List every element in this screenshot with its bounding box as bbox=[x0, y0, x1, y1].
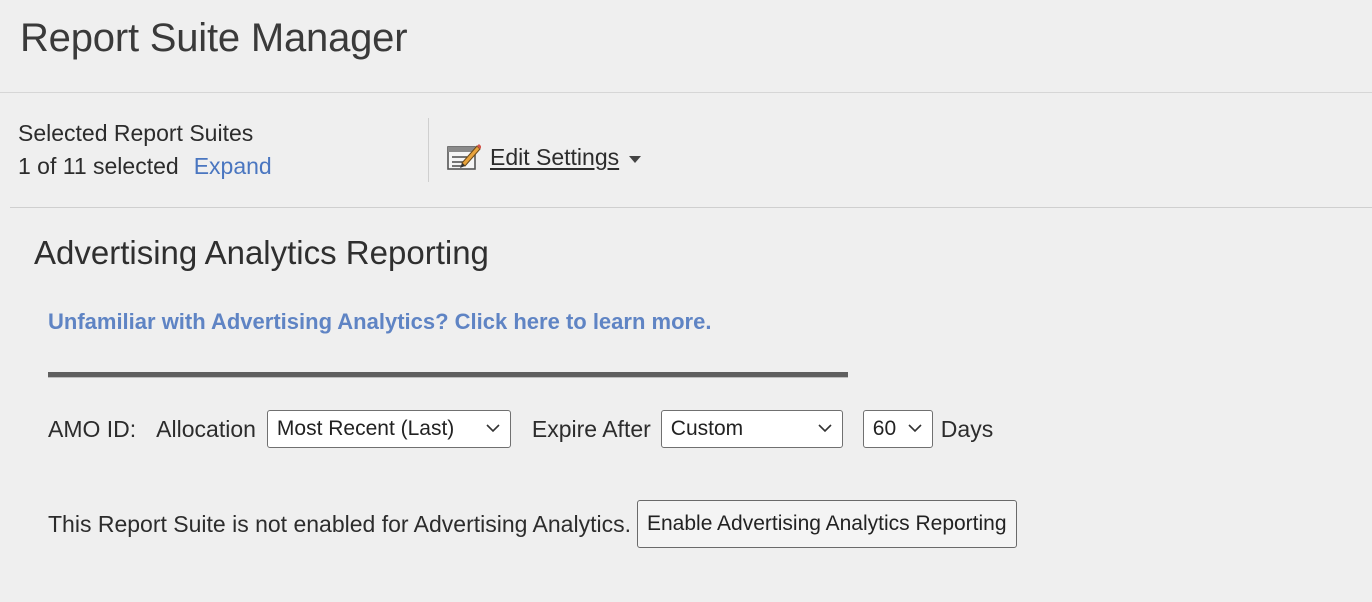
section-rule bbox=[48, 372, 848, 378]
expire-after-select[interactable]: Custom bbox=[660, 410, 843, 448]
expire-after-label: Expire After bbox=[531, 415, 651, 442]
chevron-down-icon bbox=[629, 155, 642, 163]
toolbar-divider bbox=[428, 118, 429, 182]
selected-report-suites-panel: Selected Report Suites 1 of 11 selected E… bbox=[18, 120, 272, 180]
report-suite-manager-page: Report Suite Manager Selected Report Sui… bbox=[0, 0, 1372, 602]
section-heading: Advertising Analytics Reporting bbox=[34, 234, 489, 271]
expire-days-select-value: 60 bbox=[872, 417, 897, 440]
enable-advertising-analytics-button[interactable]: Enable Advertising Analytics Reporting bbox=[636, 500, 1017, 548]
chevron-down-icon bbox=[486, 424, 500, 433]
attribution-settings-row: AMO ID: Allocation Most Recent (Last) Ex… bbox=[48, 410, 993, 448]
edit-settings-icon bbox=[447, 144, 481, 170]
days-label: Days bbox=[940, 415, 994, 442]
learn-more-link[interactable]: Unfamiliar with Advertising Analytics? C… bbox=[48, 309, 711, 335]
edit-settings-label: Edit Settings bbox=[490, 143, 620, 170]
expire-days-select[interactable]: 60 bbox=[862, 410, 933, 448]
amo-id-label: AMO ID: bbox=[48, 415, 137, 442]
page-title: Report Suite Manager bbox=[20, 16, 408, 60]
selected-report-suites-title: Selected Report Suites bbox=[18, 120, 254, 146]
edit-settings-menu-button[interactable]: Edit Settings bbox=[447, 142, 642, 172]
toolbar-bottom-divider bbox=[10, 207, 1372, 208]
allocation-label: Allocation bbox=[156, 415, 256, 442]
selected-count: 1 of 11 selected bbox=[18, 153, 179, 179]
selection-summary: 1 of 11 selected Expand bbox=[18, 153, 272, 180]
chevron-down-icon bbox=[818, 424, 832, 433]
expand-link[interactable]: Expand bbox=[194, 153, 272, 179]
header-divider bbox=[0, 92, 1372, 93]
allocation-select[interactable]: Most Recent (Last) bbox=[266, 410, 511, 448]
not-enabled-message: This Report Suite is not enabled for Adv… bbox=[48, 510, 631, 537]
expire-after-select-value: Custom bbox=[670, 417, 744, 440]
chevron-down-icon bbox=[908, 424, 922, 433]
status-row: This Report Suite is not enabled for Adv… bbox=[48, 500, 1017, 548]
allocation-select-value: Most Recent (Last) bbox=[276, 417, 455, 440]
